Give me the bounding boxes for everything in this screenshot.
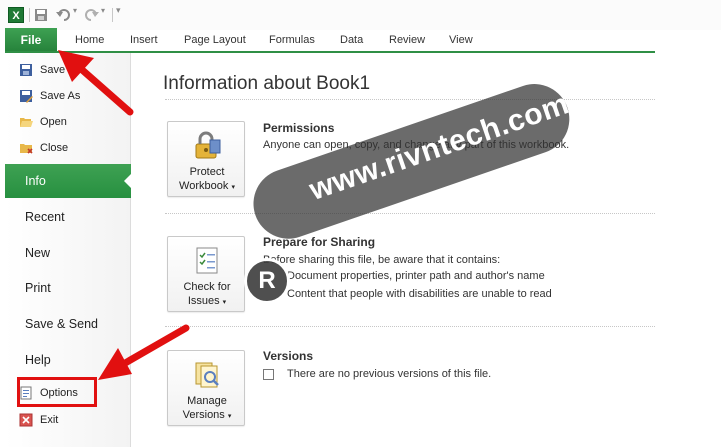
arrow-to-options [98,324,190,380]
annotation-arrows [58,50,190,380]
arrow-to-file-tab [58,50,134,116]
